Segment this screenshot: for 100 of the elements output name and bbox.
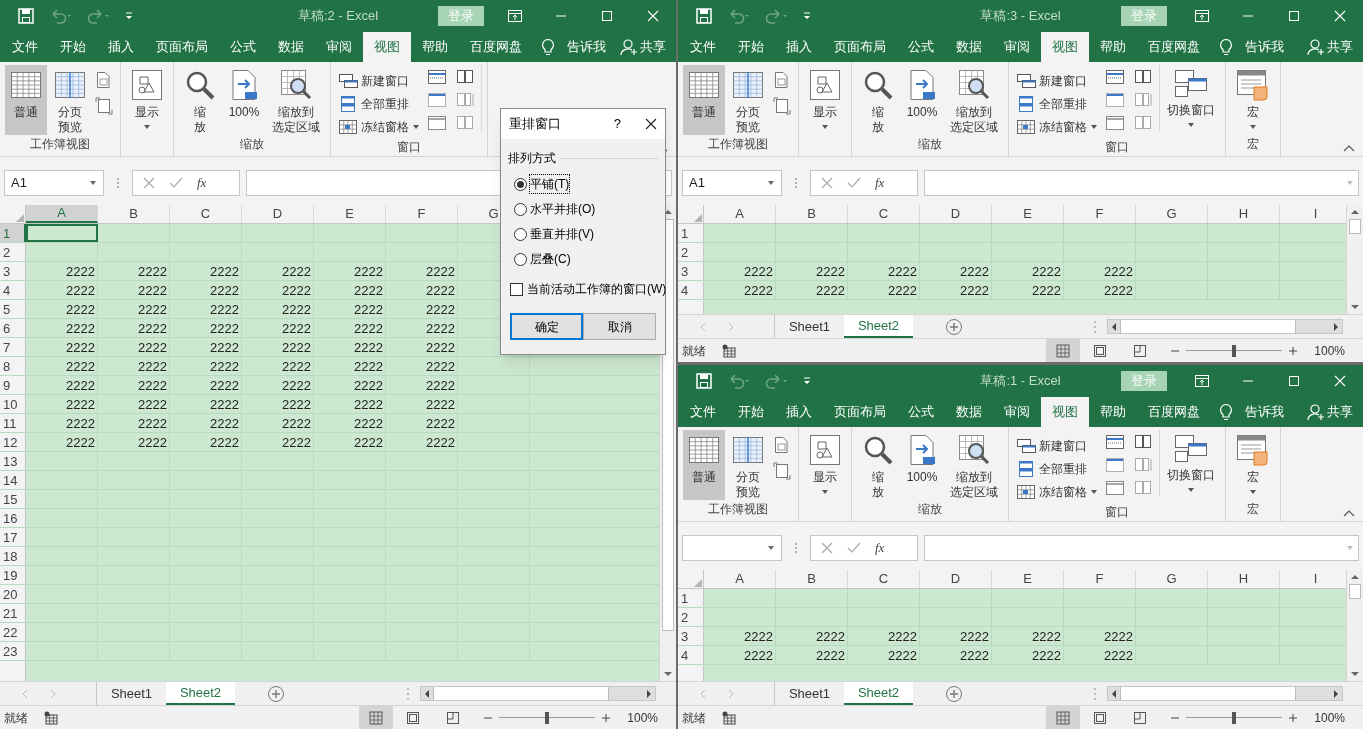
vertical-scrollbar[interactable]: [1346, 205, 1363, 314]
row-header[interactable]: 3: [678, 262, 704, 280]
column-header[interactable]: A: [704, 570, 776, 588]
ribbon-button[interactable]: 宏: [1231, 430, 1275, 500]
ribbon-button[interactable]: 显示: [126, 65, 168, 135]
column-header[interactable]: C: [170, 205, 242, 223]
scrollbar-thumb[interactable]: [1349, 584, 1361, 599]
maximize-icon[interactable]: [601, 10, 613, 22]
sheet-tab[interactable]: Sheet1: [775, 315, 844, 338]
row-header[interactable]: 7: [0, 338, 26, 356]
row-header[interactable]: 2: [678, 243, 704, 261]
share-button[interactable]: 共享: [1307, 397, 1353, 427]
column-header[interactable]: H: [1208, 205, 1280, 223]
zoom-slider-thumb[interactable]: [1232, 344, 1237, 357]
radio-button[interactable]: [514, 177, 527, 191]
zoom-slider-thumb[interactable]: [545, 711, 550, 724]
horizontal-scrollbar[interactable]: [1107, 319, 1343, 334]
ribbon-button[interactable]: 冻结窗格: [1014, 115, 1100, 138]
normal-view-icon[interactable]: [1056, 710, 1071, 725]
reset-position-icon[interactable]: [1133, 480, 1153, 496]
add-sheet-icon[interactable]: [267, 684, 285, 703]
row-header[interactable]: 16: [0, 509, 26, 527]
split-handle-icon[interactable]: [1093, 686, 1097, 701]
row-header[interactable]: 2: [0, 243, 26, 261]
column-header[interactable]: B: [776, 570, 848, 588]
ribbon-button[interactable]: 冻结窗格: [336, 115, 422, 138]
ribbon-tab[interactable]: 审阅: [993, 397, 1041, 427]
ribbon-tab[interactable]: 文件: [1, 32, 49, 62]
normal-view-icon[interactable]: [369, 710, 384, 725]
row-header[interactable]: 14: [0, 471, 26, 489]
sync-scroll-icon[interactable]: [1133, 457, 1153, 473]
insert-function-button[interactable]: fx: [197, 173, 207, 193]
page-icon[interactable]: [95, 71, 111, 89]
row-header[interactable]: 18: [0, 547, 26, 565]
ribbon-button[interactable]: 缩放到 选定区域: [945, 65, 1003, 135]
ribbon-button[interactable]: 新建窗口: [1014, 69, 1100, 92]
add-sheet-icon[interactable]: [945, 317, 963, 336]
row-header[interactable]: 4: [0, 281, 26, 299]
zoom-in-icon[interactable]: [1288, 712, 1299, 723]
radio-label[interactable]: 水平并排(O): [530, 200, 596, 218]
name-box[interactable]: A1: [682, 170, 782, 196]
ribbon-tab[interactable]: 开始: [727, 32, 775, 62]
formula-input[interactable]: [924, 170, 1359, 196]
sync-scroll-icon[interactable]: [455, 92, 475, 108]
ribbon-button[interactable]: 显示: [804, 430, 846, 500]
save-icon[interactable]: [18, 8, 34, 24]
column-header[interactable]: E: [992, 205, 1064, 223]
split-handle-icon[interactable]: [1093, 319, 1097, 334]
name-box[interactable]: A1: [4, 170, 104, 196]
macro-record-icon[interactable]: [722, 343, 736, 358]
row-header[interactable]: 6: [0, 319, 26, 337]
row-header[interactable]: 19: [0, 566, 26, 584]
sheet-tab[interactable]: Sheet2: [844, 315, 913, 338]
row-header[interactable]: 12: [0, 433, 26, 451]
column-header[interactable]: G: [1136, 570, 1208, 588]
row-header[interactable]: 10: [0, 395, 26, 413]
row-header[interactable]: 4: [678, 646, 704, 664]
ribbon-button[interactable]: 缩 放: [857, 430, 899, 500]
page-icon[interactable]: [773, 71, 789, 89]
ribbon-button[interactable]: 100%: [901, 65, 943, 135]
ribbon-tab[interactable]: 页面布局: [823, 32, 897, 62]
ribbon-tab[interactable]: 帮助: [1089, 32, 1137, 62]
radio-button[interactable]: [514, 227, 527, 241]
reset-position-icon[interactable]: [455, 115, 475, 131]
customize-icon[interactable]: [124, 10, 134, 22]
ribbon-options-icon[interactable]: [1194, 9, 1210, 23]
normal-view-icon[interactable]: [1056, 343, 1071, 358]
ribbon-button[interactable]: 全部重排: [336, 92, 422, 115]
column-header[interactable]: D: [242, 205, 314, 223]
enter-icon[interactable]: [169, 177, 183, 189]
ribbon-tab[interactable]: 数据: [945, 32, 993, 62]
ribbon-tab[interactable]: 数据: [945, 397, 993, 427]
column-header[interactable]: C: [848, 570, 920, 588]
checkbox-label[interactable]: 当前活动工作簿的窗口(W): [527, 280, 667, 298]
ribbon-options-icon[interactable]: [507, 9, 523, 23]
row-header[interactable]: 13: [0, 452, 26, 470]
side-by-side-icon[interactable]: [1133, 69, 1153, 85]
ribbon-button[interactable]: 普通: [683, 65, 725, 135]
page-break-icon[interactable]: [1133, 710, 1148, 725]
zoom-slider[interactable]: [1186, 344, 1283, 357]
sync-scroll-icon[interactable]: [1133, 92, 1153, 108]
ribbon-tab[interactable]: 视图: [1041, 32, 1089, 62]
row-header[interactable]: 1: [0, 224, 26, 242]
zoom-level[interactable]: 100%: [1314, 341, 1345, 360]
row-header[interactable]: 20: [0, 585, 26, 603]
ribbon-button[interactable]: 普通: [683, 430, 725, 500]
ribbon-tab[interactable]: 审阅: [315, 32, 363, 62]
ribbon-button[interactable]: 冻结窗格: [1014, 480, 1100, 503]
save-icon[interactable]: [696, 8, 712, 24]
ribbon-tab[interactable]: 百度网盘: [1137, 397, 1211, 427]
reset-position-icon[interactable]: [1133, 115, 1153, 131]
column-header[interactable]: G: [1136, 205, 1208, 223]
ribbon-tab[interactable]: 文件: [679, 397, 727, 427]
ribbon-button[interactable]: 显示: [804, 65, 846, 135]
ribbon-tab[interactable]: 数据: [267, 32, 315, 62]
column-header[interactable]: A: [704, 205, 776, 223]
tell-me-button[interactable]: 告诉我: [1211, 32, 1284, 62]
horizontal-scrollbar[interactable]: [420, 686, 656, 701]
row-header[interactable]: 15: [0, 490, 26, 508]
cancel-button[interactable]: 取消: [583, 313, 656, 340]
